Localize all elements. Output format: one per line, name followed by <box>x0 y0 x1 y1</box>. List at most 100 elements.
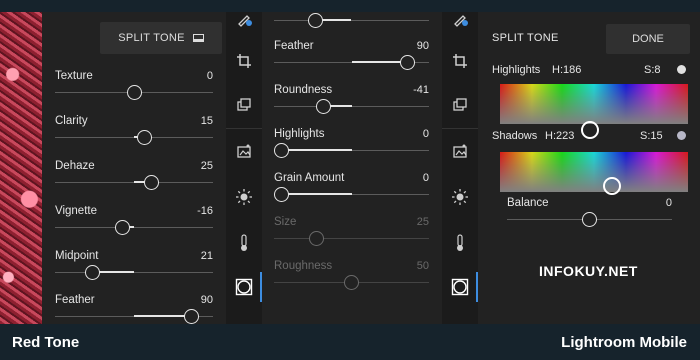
highlights-slider-label: Highlights <box>274 128 325 140</box>
roundness-slider-thumb[interactable] <box>316 99 331 114</box>
auto-icon[interactable] <box>226 140 262 162</box>
watermark: INFOKUY.NET <box>539 263 638 279</box>
vignette-slider-thumb[interactable] <box>115 220 131 235</box>
color-icon[interactable] <box>226 232 262 254</box>
split-tone-icon <box>192 34 204 42</box>
light-icon[interactable] <box>442 186 478 208</box>
feather-slider-label: Feather <box>55 294 95 306</box>
caption-left: Red Tone <box>12 334 80 351</box>
crop-icon[interactable] <box>226 50 262 72</box>
healing-brush-icon[interactable] <box>442 8 478 30</box>
feather-slider-row: Feather 90 <box>274 40 429 80</box>
roundness-slider-track[interactable] <box>274 106 429 107</box>
roughness-slider-thumb[interactable] <box>344 275 359 290</box>
dehaze-slider-thumb[interactable] <box>144 175 160 190</box>
roundness-slider-label: Roundness <box>274 84 333 96</box>
top-slider-track[interactable] <box>274 20 429 21</box>
texture-slider-value: 0 <box>206 70 213 82</box>
balance-slider-row: Balance 0 <box>507 197 672 237</box>
highlights-slider-value: 0 <box>422 128 429 140</box>
size-slider-thumb[interactable] <box>309 231 324 246</box>
effects-icon[interactable] <box>226 276 262 298</box>
size-slider-value: 25 <box>416 216 429 228</box>
clarity-slider-label: Clarity <box>55 115 88 127</box>
tool-divider <box>226 128 262 129</box>
size-slider-row: Size 25 <box>274 216 429 256</box>
grain-amount-slider-label: Grain Amount <box>274 172 345 184</box>
done-button[interactable]: DONE <box>606 24 690 54</box>
midpoint-slider-track[interactable] <box>55 272 213 273</box>
middle-edit-panel: Feather 90 Roundness -41 Highlights 0 Grain Am… <box>262 12 442 324</box>
size-slider-track[interactable] <box>274 238 429 239</box>
feather-slider-row: Feather 90 <box>55 294 213 334</box>
grain-amount-slider-thumb[interactable] <box>274 187 289 202</box>
midpoint-slider-thumb[interactable] <box>85 265 101 280</box>
shadows-label: Shadows <box>492 130 538 142</box>
vignette-slider-row: Vignette -16 <box>55 205 213 245</box>
shadows-color-field <box>500 152 688 192</box>
shadows-color-picker[interactable] <box>500 152 688 195</box>
roughness-slider-value: 50 <box>416 260 429 272</box>
tool-strip-right <box>442 12 478 324</box>
shadows-color-dot <box>677 131 686 140</box>
size-slider-label: Size <box>274 216 297 228</box>
feather-slider-value: 90 <box>416 40 429 52</box>
texture-slider-label: Texture <box>55 70 93 82</box>
midpoint-slider-value: 21 <box>200 250 213 262</box>
midpoint-slider-label: Midpoint <box>55 250 99 262</box>
roundness-slider-row: Roundness -41 <box>274 84 429 124</box>
highlights-hue: H:186 <box>552 64 582 76</box>
highlights-color-field <box>500 84 688 124</box>
grain-amount-slider-fill <box>281 193 352 195</box>
texture-slider-row: Texture 0 <box>55 70 213 110</box>
balance-slider-label: Balance <box>507 197 549 209</box>
highlights-slider-fill <box>281 149 352 151</box>
tool-strip-left <box>226 12 262 324</box>
clarity-slider-row: Clarity 15 <box>55 115 213 155</box>
presets-icon[interactable] <box>442 94 478 116</box>
split-tone-panel: SPLIT TONE DONE Highlights H:186 S:8 Sha… <box>478 12 700 324</box>
feather-slider-thumb[interactable] <box>183 309 199 324</box>
highlights-picker-handle[interactable] <box>581 121 599 139</box>
split-tone-button[interactable]: SPLIT TONE <box>100 22 222 54</box>
presets-icon[interactable] <box>226 94 262 116</box>
feather-slider-fill <box>134 315 192 317</box>
clarity-slider-value: 15 <box>200 115 213 127</box>
vignette-slider-label: Vignette <box>55 205 97 217</box>
caption-right: Lightroom Mobile <box>561 334 687 351</box>
shadows-picker-handle[interactable] <box>603 177 621 195</box>
grain-amount-slider-row: Grain Amount 0 <box>274 172 429 212</box>
split-tone-button-label: SPLIT TONE <box>118 32 185 44</box>
light-icon[interactable] <box>226 186 262 208</box>
highlights-label: Highlights <box>492 64 541 76</box>
auto-icon[interactable] <box>442 140 478 162</box>
tool-divider <box>442 128 478 129</box>
roughness-slider-label: Roughness <box>274 260 333 272</box>
highlights-slider-row: Highlights 0 <box>274 128 429 168</box>
dehaze-slider-value: 25 <box>200 160 213 172</box>
photo-preview <box>0 12 42 324</box>
left-edit-panel: SPLIT TONE Texture 0 Clarity 15 Dehaze 25 Vign… <box>42 12 226 324</box>
shadows-hue: H:223 <box>545 130 575 142</box>
highlights-slider-thumb[interactable] <box>274 143 289 158</box>
effects-icon[interactable] <box>442 276 478 298</box>
clarity-slider-thumb[interactable] <box>137 130 153 145</box>
top-slider-row <box>274 0 429 38</box>
midpoint-slider-row: Midpoint 21 <box>55 250 213 290</box>
highlights-color-picker[interactable] <box>500 84 688 139</box>
feather-slider-thumb[interactable] <box>400 55 415 70</box>
crop-icon[interactable] <box>442 50 478 72</box>
balance-slider-thumb[interactable] <box>582 212 597 227</box>
texture-slider-thumb[interactable] <box>126 85 142 100</box>
vignette-slider-track[interactable] <box>55 227 213 228</box>
split-tone-title: SPLIT TONE <box>492 32 559 44</box>
shadows-saturation: S:15 <box>640 130 663 142</box>
color-icon[interactable] <box>442 232 478 254</box>
grain-amount-slider-value: 0 <box>422 172 429 184</box>
feather-slider-value: 90 <box>200 294 213 306</box>
top-slider-thumb[interactable] <box>307 13 323 28</box>
highlights-saturation: S:8 <box>644 64 661 76</box>
healing-brush-icon[interactable] <box>226 8 262 30</box>
balance-slider-value: 0 <box>665 197 672 209</box>
roundness-slider-value: -41 <box>413 84 429 96</box>
